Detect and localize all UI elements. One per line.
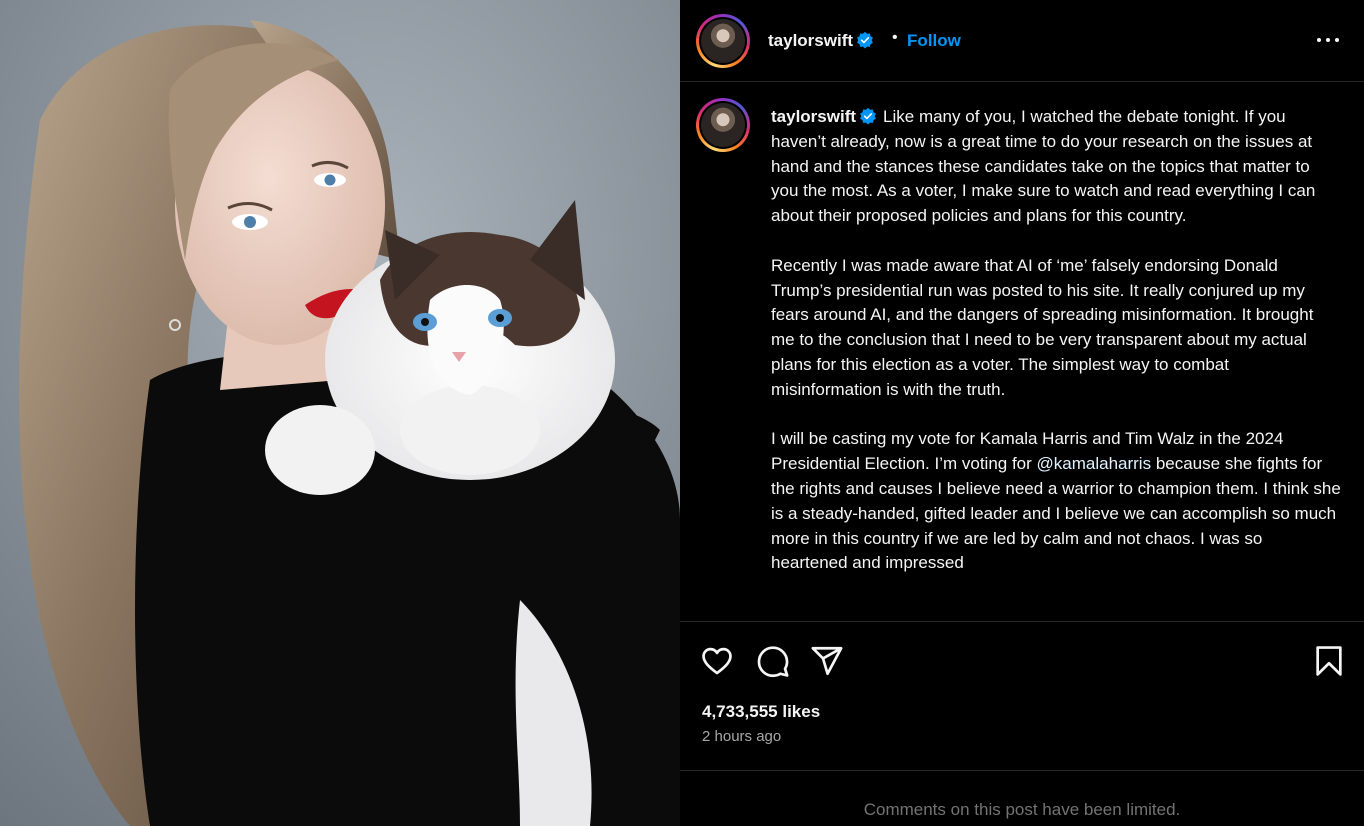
more-options-icon[interactable] [1308, 27, 1348, 53]
post-header: taylorswift • Follow [680, 0, 1364, 82]
paper-plane-icon[interactable] [810, 644, 844, 678]
post-photo-illustration [0, 0, 680, 826]
header-username[interactable]: taylorswift [768, 31, 874, 51]
post-actions: 4,733,555 likes 2 hours ago [680, 621, 1364, 770]
heart-icon[interactable] [700, 644, 734, 678]
caption-avatar[interactable] [696, 98, 750, 152]
caption-area[interactable]: taylorswift Like many of you, I watched t… [680, 83, 1364, 621]
likes-count[interactable]: 4,733,555 likes [702, 702, 820, 722]
comments-footer: Comments on this post have been limited. [680, 770, 1364, 826]
post-timestamp[interactable]: 2 hours ago [702, 728, 781, 745]
post-detail-panel: taylorswift • Follow taylorswift Like man… [680, 0, 1364, 826]
comments-limited-notice: Comments on this post have been limited. [863, 800, 1181, 819]
verified-badge-icon [860, 107, 876, 125]
username-text[interactable]: taylorswift [768, 31, 853, 50]
follow-button[interactable]: Follow [907, 31, 961, 51]
bookmark-icon[interactable] [1312, 644, 1346, 678]
avatar-image [701, 103, 745, 147]
verified-badge-icon [857, 31, 873, 49]
comment-bubble-icon[interactable] [756, 644, 790, 678]
username-text[interactable]: taylorswift [771, 107, 856, 126]
separator-dot: • [892, 29, 898, 46]
avatar-image [701, 19, 745, 63]
caption-paragraph-2: Recently I was made aware that AI of ‘me… [771, 255, 1319, 399]
post-photo [0, 0, 680, 826]
post-caption: taylorswift Like many of you, I watched t… [771, 105, 1341, 576]
avatar[interactable] [696, 14, 750, 68]
caption-username[interactable]: taylorswift [771, 107, 877, 126]
mention-link[interactable]: @kamalaharris [1037, 454, 1152, 473]
